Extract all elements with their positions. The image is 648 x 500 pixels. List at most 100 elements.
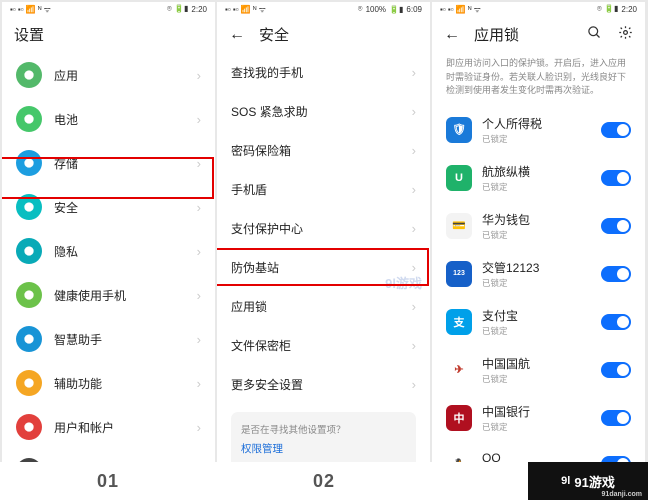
settings-row[interactable]: 存储 › <box>2 141 215 185</box>
app-status: 已锁定 <box>482 229 601 241</box>
app-label: 个人所得税 <box>482 115 601 132</box>
row-label: 支付保护中心 <box>231 220 412 237</box>
screen-app-lock: ▪▫ ▪▫ 📶 ᴺ ᯤ ⌾ 🔋▮2:20 ← 应用锁 即应用访问入口的保护锁。开… <box>432 2 645 462</box>
settings-row[interactable]: 应用 › <box>2 53 215 97</box>
app-lock-row[interactable]: 💳 华为钱包 已锁定 <box>432 202 645 250</box>
security-row[interactable]: 应用锁 › <box>217 287 430 326</box>
page-title: 应用锁 <box>474 24 519 45</box>
security-row[interactable]: 更多安全设置 › <box>217 365 430 404</box>
toggle-switch[interactable] <box>601 122 631 138</box>
page-title: 安全 <box>259 24 289 45</box>
security-row[interactable]: 文件保密柜 › <box>217 326 430 365</box>
row-label: 电池 <box>54 111 197 128</box>
step-1: 01 <box>0 462 216 500</box>
brand-url: 91danji.com <box>602 491 642 498</box>
status-bar: ▪▫ ▪▫ 📶 ᴺ ᯤ ⌾ 100% 🔋▮6:09 <box>217 2 430 16</box>
toggle-switch[interactable] <box>601 266 631 282</box>
back-icon[interactable]: ← <box>444 26 460 44</box>
status-bar: ▪▫ ▪▫ 📶 ᴺ ᯤ ⌾ 🔋▮2:20 <box>432 2 645 16</box>
toggle-switch[interactable] <box>601 410 631 426</box>
app-label: 华为钱包 <box>482 211 601 228</box>
row-icon <box>16 106 42 132</box>
search-icon[interactable] <box>587 25 602 44</box>
screen-security: ▪▫ ▪▫ 📶 ᴺ ᯤ ⌾ 100% 🔋▮6:09 ← 安全 查找我的手机 › … <box>217 2 430 462</box>
app-lock-row[interactable]: 支 支付宝 已锁定 <box>432 298 645 346</box>
gear-icon[interactable] <box>618 25 633 44</box>
chevron-right-icon: › <box>412 299 416 314</box>
row-label: SOS 紧急求助 <box>231 103 412 120</box>
app-status: 已锁定 <box>482 373 601 385</box>
app-label: 中国银行 <box>482 403 601 420</box>
chevron-right-icon: › <box>412 143 416 158</box>
security-row[interactable]: SOS 紧急求助 › <box>217 92 430 131</box>
settings-row[interactable]: 安全 › <box>2 185 215 229</box>
row-icon <box>16 238 42 264</box>
row-icon <box>16 282 42 308</box>
chevron-right-icon: › <box>197 244 201 259</box>
settings-row[interactable]: 用户和帐户 › <box>2 405 215 449</box>
security-row[interactable]: 密码保险箱 › <box>217 131 430 170</box>
app-icon: U <box>446 165 472 191</box>
row-icon <box>16 414 42 440</box>
card-title: 是否在寻找其他设置项？ <box>241 422 406 436</box>
toggle-switch[interactable] <box>601 314 631 330</box>
header: 设置 <box>2 16 215 53</box>
settings-row[interactable]: 隐私 › <box>2 229 215 273</box>
header: ← 安全 <box>217 16 430 53</box>
watermark: 9l游戏 <box>385 273 422 292</box>
app-lock-row[interactable]: 🐧 QQ 已锁定 <box>432 442 645 463</box>
app-status: 已锁定 <box>482 181 601 193</box>
row-label: 应用 <box>54 67 197 84</box>
settings-row[interactable]: 健康使用手机 › <box>2 273 215 317</box>
row-label: 辅助功能 <box>54 375 197 392</box>
chevron-right-icon: › <box>197 376 201 391</box>
row-label: 健康使用手机 <box>54 287 197 304</box>
brand-name: 91游戏 <box>574 472 614 491</box>
app-status: 已锁定 <box>482 421 601 433</box>
row-icon <box>16 194 42 220</box>
row-label: 查找我的手机 <box>231 64 412 81</box>
chevron-right-icon: › <box>412 104 416 119</box>
security-row[interactable]: 支付保护中心 › <box>217 209 430 248</box>
description: 即应用访问入口的保护锁。开启后，进入应用时需验证身份。若关联人脸识别，光线良好下… <box>432 53 645 106</box>
row-label: 存储 <box>54 155 197 172</box>
chevron-right-icon: › <box>412 65 416 80</box>
settings-row[interactable]: 智慧助手 › <box>2 317 215 361</box>
app-icon: 🐧 <box>446 451 472 462</box>
toggle-switch[interactable] <box>601 218 631 234</box>
page-title: 设置 <box>14 24 44 45</box>
app-label: 中国国航 <box>482 355 601 372</box>
row-icon <box>16 150 42 176</box>
settings-row[interactable]: 电池 › <box>2 97 215 141</box>
app-label: 交管12123 <box>482 259 601 276</box>
app-status: 已锁定 <box>482 133 601 145</box>
app-lock-row[interactable]: 中 中国银行 已锁定 <box>432 394 645 442</box>
step-2: 02 <box>216 462 432 500</box>
brand-overlay: 9l 91游戏 91danji.com <box>528 462 648 500</box>
security-row[interactable]: 查找我的手机 › <box>217 53 430 92</box>
app-status: 已锁定 <box>482 277 601 289</box>
settings-row[interactable]: 辅助功能 › <box>2 361 215 405</box>
app-icon: 💳 <box>446 213 472 239</box>
toggle-switch[interactable] <box>601 362 631 378</box>
app-lock-row[interactable]: 🛡 个人所得税 已锁定 <box>432 106 645 154</box>
back-icon[interactable]: ← <box>229 26 245 44</box>
row-label: 智慧助手 <box>54 331 197 348</box>
app-icon: 中 <box>446 405 472 431</box>
row-label: 更多安全设置 <box>231 376 412 393</box>
toggle-switch[interactable] <box>601 170 631 186</box>
app-label: 支付宝 <box>482 307 601 324</box>
status-bar: ▪▫ ▪▫ 📶 ᴺ ᯤ ⌾ 🔋▮2:20 <box>2 2 215 16</box>
security-row[interactable]: 手机盾 › <box>217 170 430 209</box>
app-status: 已锁定 <box>482 325 601 337</box>
row-label: 应用锁 <box>231 298 412 315</box>
app-lock-row[interactable]: 123 交管12123 已锁定 <box>432 250 645 298</box>
settings-row[interactable]: 系统和更新 › <box>2 449 215 462</box>
link-permissions[interactable]: 权限管理 <box>241 441 406 456</box>
app-icon: 123 <box>446 261 472 287</box>
chevron-right-icon: › <box>197 68 201 83</box>
app-lock-row[interactable]: ✈ 中国国航 已锁定 <box>432 346 645 394</box>
row-label: 用户和帐户 <box>54 419 197 436</box>
app-lock-row[interactable]: U 航旅纵横 已锁定 <box>432 154 645 202</box>
chevron-right-icon: › <box>197 288 201 303</box>
